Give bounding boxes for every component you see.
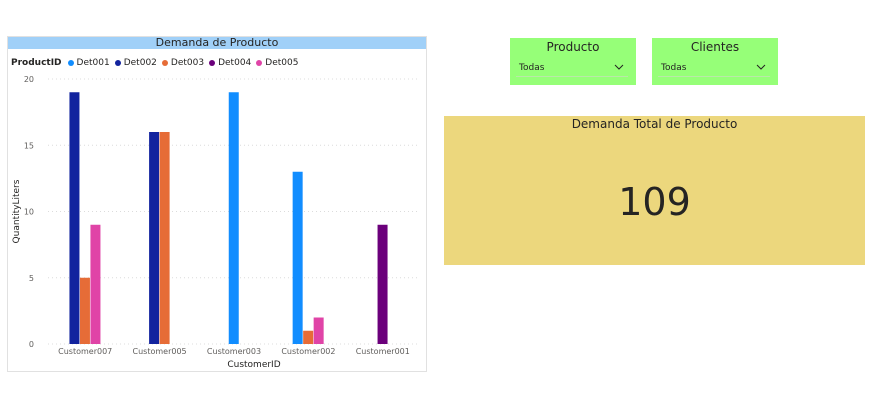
slicer-producto-title: Producto [546, 40, 600, 54]
y-tick-label: 15 [24, 141, 34, 150]
y-tick-label: 0 [29, 340, 34, 349]
card-value: 109 [618, 180, 691, 224]
slicer-clientes-dropdown[interactable]: Todas [658, 60, 770, 77]
x-tick-label: Customer003 [207, 347, 261, 356]
y-axis-title: QuantityLiters [12, 179, 22, 243]
chevron-down-icon [756, 64, 766, 70]
slicer-producto: Producto Todas [510, 38, 636, 85]
chart-plot: 0 5 10 15 20 QuantityLiters Customer007 Custome… [12, 75, 420, 370]
x-tick-label: Customer002 [281, 347, 335, 356]
slicer-clientes-value: Todas [661, 63, 687, 73]
x-axis-title: CustomerID [227, 360, 280, 370]
demand-chart-visual[interactable]: Demanda de Producto ProductID Det001 Det… [7, 36, 427, 372]
x-tick-label: Customer007 [58, 347, 112, 356]
y-tick-label: 20 [24, 75, 34, 84]
bar-det003-customer005 [159, 132, 170, 344]
y-tick-label: 10 [24, 208, 34, 217]
bar-det003-customer007 [79, 277, 90, 344]
bar-det005-customer002 [313, 317, 324, 344]
bar-det004-customer001 [377, 224, 388, 344]
x-tick-label: Customer001 [356, 347, 410, 356]
total-demand-card: Demanda Total de Producto 109 [444, 116, 865, 265]
y-tick-label: 5 [29, 274, 34, 283]
bar-det002-customer007 [69, 92, 80, 344]
slicer-producto-value: Todas [519, 63, 545, 73]
x-tick-label: Customer005 [133, 347, 187, 356]
slicer-clientes-title: Clientes [690, 40, 740, 54]
bar-det001-customer003 [228, 92, 239, 344]
slicer-producto-dropdown[interactable]: Todas [516, 60, 628, 77]
bar-det005-customer007 [90, 224, 101, 344]
bar-det002-customer005 [149, 132, 160, 344]
chevron-down-icon [614, 64, 624, 70]
bar-det001-customer002 [292, 171, 303, 344]
bar-det003-customer002 [303, 330, 314, 344]
card-title: Demanda Total de Producto [571, 117, 738, 131]
slicer-clientes: Clientes Todas [652, 38, 778, 85]
